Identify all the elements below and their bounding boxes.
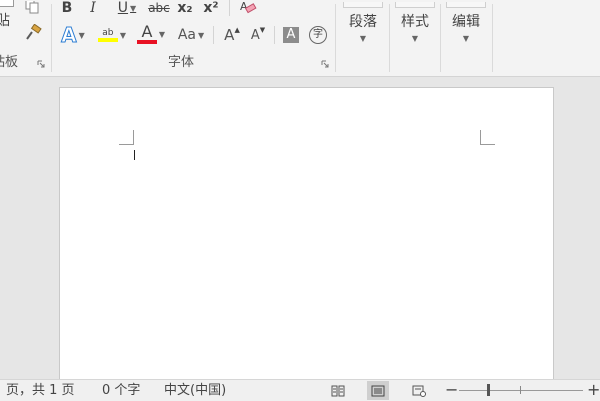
font-group-label: 字体 [168,55,195,70]
italic-button[interactable]: I [86,0,100,18]
eraser-icon: A [240,0,257,14]
italic-label: I [90,0,96,16]
styles-icon [395,2,435,8]
format-painter-icon [26,23,42,40]
group-separator [335,4,336,72]
highlighter-icon: ab [97,28,118,42]
chevron-down-icon: ▼ [411,34,419,43]
editing-icon [446,2,486,8]
character-shading-label: A [283,27,299,43]
page-count[interactable]: 页，共 1 页 [6,383,75,399]
styles-button[interactable]: 样式 ▼ [390,2,440,52]
bold-label: B [61,0,73,16]
editing-label: 编辑 [452,14,480,30]
underline-button[interactable]: U ▼ [112,0,142,18]
zoom-in-button[interactable]: + [587,381,600,399]
highlight-color-bar [97,38,118,42]
strikethrough-button[interactable]: abc [147,0,171,18]
character-shading-button[interactable]: A [282,25,300,45]
text-effects-button[interactable]: A ▼ [58,23,88,48]
web-layout-button[interactable] [408,381,430,400]
row-separator [274,26,275,44]
clear-formatting-button[interactable]: A [238,0,258,16]
text-cursor [134,150,135,160]
zoom-slider-center-tick [520,386,521,394]
change-case-button[interactable]: Aa ▼ [174,25,208,45]
format-painter-button[interactable] [24,23,42,42]
paste-icon [0,0,14,7]
chevron-down-icon[interactable]: ▼ [120,31,126,40]
read-mode-button[interactable] [327,381,349,400]
row-separator [213,26,214,44]
shrink-font-label: A [250,27,260,43]
clipboard-dialog-launcher[interactable] [37,60,45,68]
font-dialog-launcher[interactable] [321,60,329,68]
paste-label: 贴 [0,13,10,29]
zoom-slider-track[interactable] [459,390,583,391]
font-color-bar [136,40,157,44]
enclose-characters-button[interactable]: 字 [308,25,328,45]
word-count[interactable]: 0 个字 [102,383,140,399]
subscript-label: x₂ [177,0,193,16]
ribbon: 贴 粘板 B I U ▼ abc x₂ x² A [0,0,600,77]
row-separator [229,0,230,16]
zoom-slider-thumb[interactable] [487,384,490,396]
language-indicator[interactable]: 中文(中国) [164,383,226,399]
font-color-label: A [141,22,153,41]
paragraph-label: 段落 [349,14,377,30]
font-color-icon: A [136,22,157,44]
chevron-down-icon[interactable]: ▼ [79,31,85,40]
enclose-characters-label: 字 [309,26,327,44]
paragraph-button[interactable]: 段落 ▼ [338,2,388,52]
chevron-down-icon[interactable]: ▼ [159,30,165,39]
text-effects-label: A [61,23,78,48]
chevron-down-icon: ▼ [359,34,367,43]
subscript-button[interactable]: x₂ [176,0,194,18]
dialog-launcher-icon [321,60,329,68]
paragraph-icon [343,2,383,8]
superscript-button[interactable]: x² [202,0,220,18]
book-icon [331,385,345,396]
superscript-label: x² [203,0,219,16]
font-color-button[interactable]: A ▼ [134,24,168,44]
crop-mark-top-left [119,130,134,145]
crop-mark-top-right [480,130,495,145]
group-separator [492,4,493,72]
underline-label: U [117,0,129,16]
web-layout-icon [412,385,426,397]
print-layout-button[interactable] [367,381,389,400]
paste-button[interactable]: 贴 [0,0,18,32]
chevron-down-icon: ▼ [462,34,470,43]
grow-font-button[interactable]: A ▲ [222,25,242,45]
bold-button[interactable]: B [60,0,74,18]
chevron-down-icon[interactable]: ▼ [130,4,136,13]
clipboard-group-label: 粘板 [0,55,19,70]
copy-icon [25,0,39,14]
copy-button[interactable] [24,0,42,16]
zoom-out-button[interactable]: − [445,381,458,399]
editing-button[interactable]: 编辑 ▼ [441,2,491,52]
arrow-down-icon: ▼ [259,26,266,34]
arrow-up-icon: ▲ [234,26,240,34]
dialog-launcher-icon [37,60,45,68]
strikethrough-label: abc [148,1,170,15]
highlight-label: ab [102,28,114,38]
grow-font-label: A [224,26,235,44]
change-case-label: Aa [177,27,196,43]
page-layout-icon [371,385,385,396]
document-page[interactable] [59,87,554,388]
chevron-down-icon[interactable]: ▼ [198,31,204,40]
styles-label: 样式 [401,14,429,30]
shrink-font-button[interactable]: A ▼ [248,25,268,45]
status-bar: 页，共 1 页 0 个字 中文(中国) − + [0,379,600,401]
group-separator [51,4,52,72]
highlight-button[interactable]: ab ▼ [95,25,129,45]
